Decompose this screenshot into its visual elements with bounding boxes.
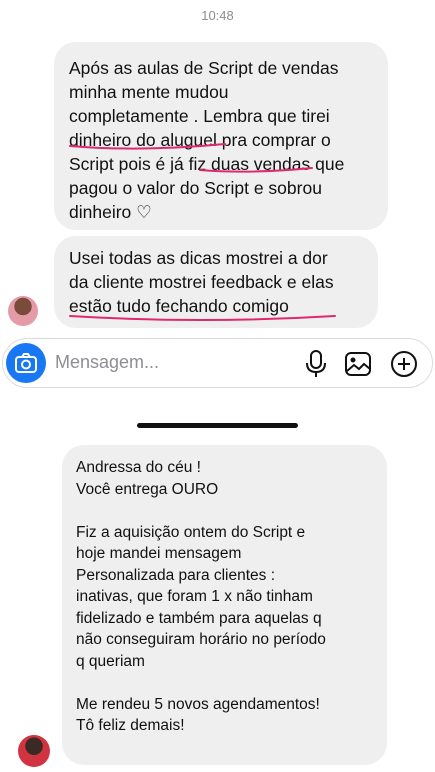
message-line: Fiz a aquisição ontem do Script e bbox=[76, 523, 306, 541]
message-line: hoje mandei mensagem bbox=[76, 545, 242, 562]
message-line: pagou o valor do Script e sobrou bbox=[69, 178, 322, 198]
message-line: inativas, que foram 1 x não tinham bbox=[76, 588, 313, 605]
message-bubble-3: Andressa do céu ! Você entrega OURO Fiz … bbox=[62, 445, 387, 765]
camera-icon bbox=[15, 353, 37, 373]
message-line bbox=[76, 500, 373, 522]
message-line: Personalizada para clientes : bbox=[76, 566, 276, 584]
plus-circle-icon bbox=[391, 351, 417, 377]
microphone-button[interactable] bbox=[301, 349, 331, 379]
message-line: Me rendeu 5 novos agendamentos! bbox=[76, 695, 320, 713]
avatar[interactable] bbox=[8, 296, 38, 326]
add-button[interactable] bbox=[389, 349, 419, 379]
image-icon bbox=[345, 352, 371, 376]
message-composer: Mensagem... bbox=[2, 338, 433, 388]
message-bubble-2: Usei todas as dicas mostrei a dor da cli… bbox=[54, 236, 378, 328]
message-line: q queriam bbox=[76, 652, 145, 670]
microphone-icon bbox=[306, 350, 326, 377]
message-line: da cliente mostrei feedback e elas bbox=[69, 272, 334, 292]
camera-button[interactable] bbox=[6, 343, 46, 383]
avatar[interactable] bbox=[18, 735, 50, 767]
status-time: 10:48 bbox=[201, 8, 234, 23]
message-line: fidelizado e também para aquelas q bbox=[76, 609, 322, 627]
message-line: Script pois é já fiz duas vendas que bbox=[69, 154, 345, 174]
message-bubble-1: Após as aulas de Script de vendas minha … bbox=[54, 42, 388, 230]
message-line: Após as aulas de Script de vendas bbox=[69, 58, 339, 78]
message-line bbox=[76, 672, 373, 694]
home-indicator bbox=[137, 423, 298, 428]
message-input[interactable]: Mensagem... bbox=[55, 352, 159, 373]
message-line: dinheiro ♡ bbox=[69, 202, 152, 222]
message-line: não conseguiram horário no período bbox=[76, 631, 326, 648]
message-line: completamente . Lembra que tirei bbox=[69, 106, 330, 126]
message-line: minha mente mudou bbox=[69, 82, 229, 102]
gallery-button[interactable] bbox=[343, 349, 373, 379]
message-line: Usei todas as dicas mostrei a dor bbox=[69, 248, 328, 268]
message-line: Andressa do céu ! bbox=[76, 459, 201, 476]
message-line: estão tudo fechando comigo bbox=[69, 296, 289, 316]
message-line: Você entrega OURO bbox=[76, 480, 219, 498]
message-line: Tô feliz demais! bbox=[76, 717, 185, 734]
message-line: dinheiro do aluguel pra comprar o bbox=[69, 130, 331, 150]
